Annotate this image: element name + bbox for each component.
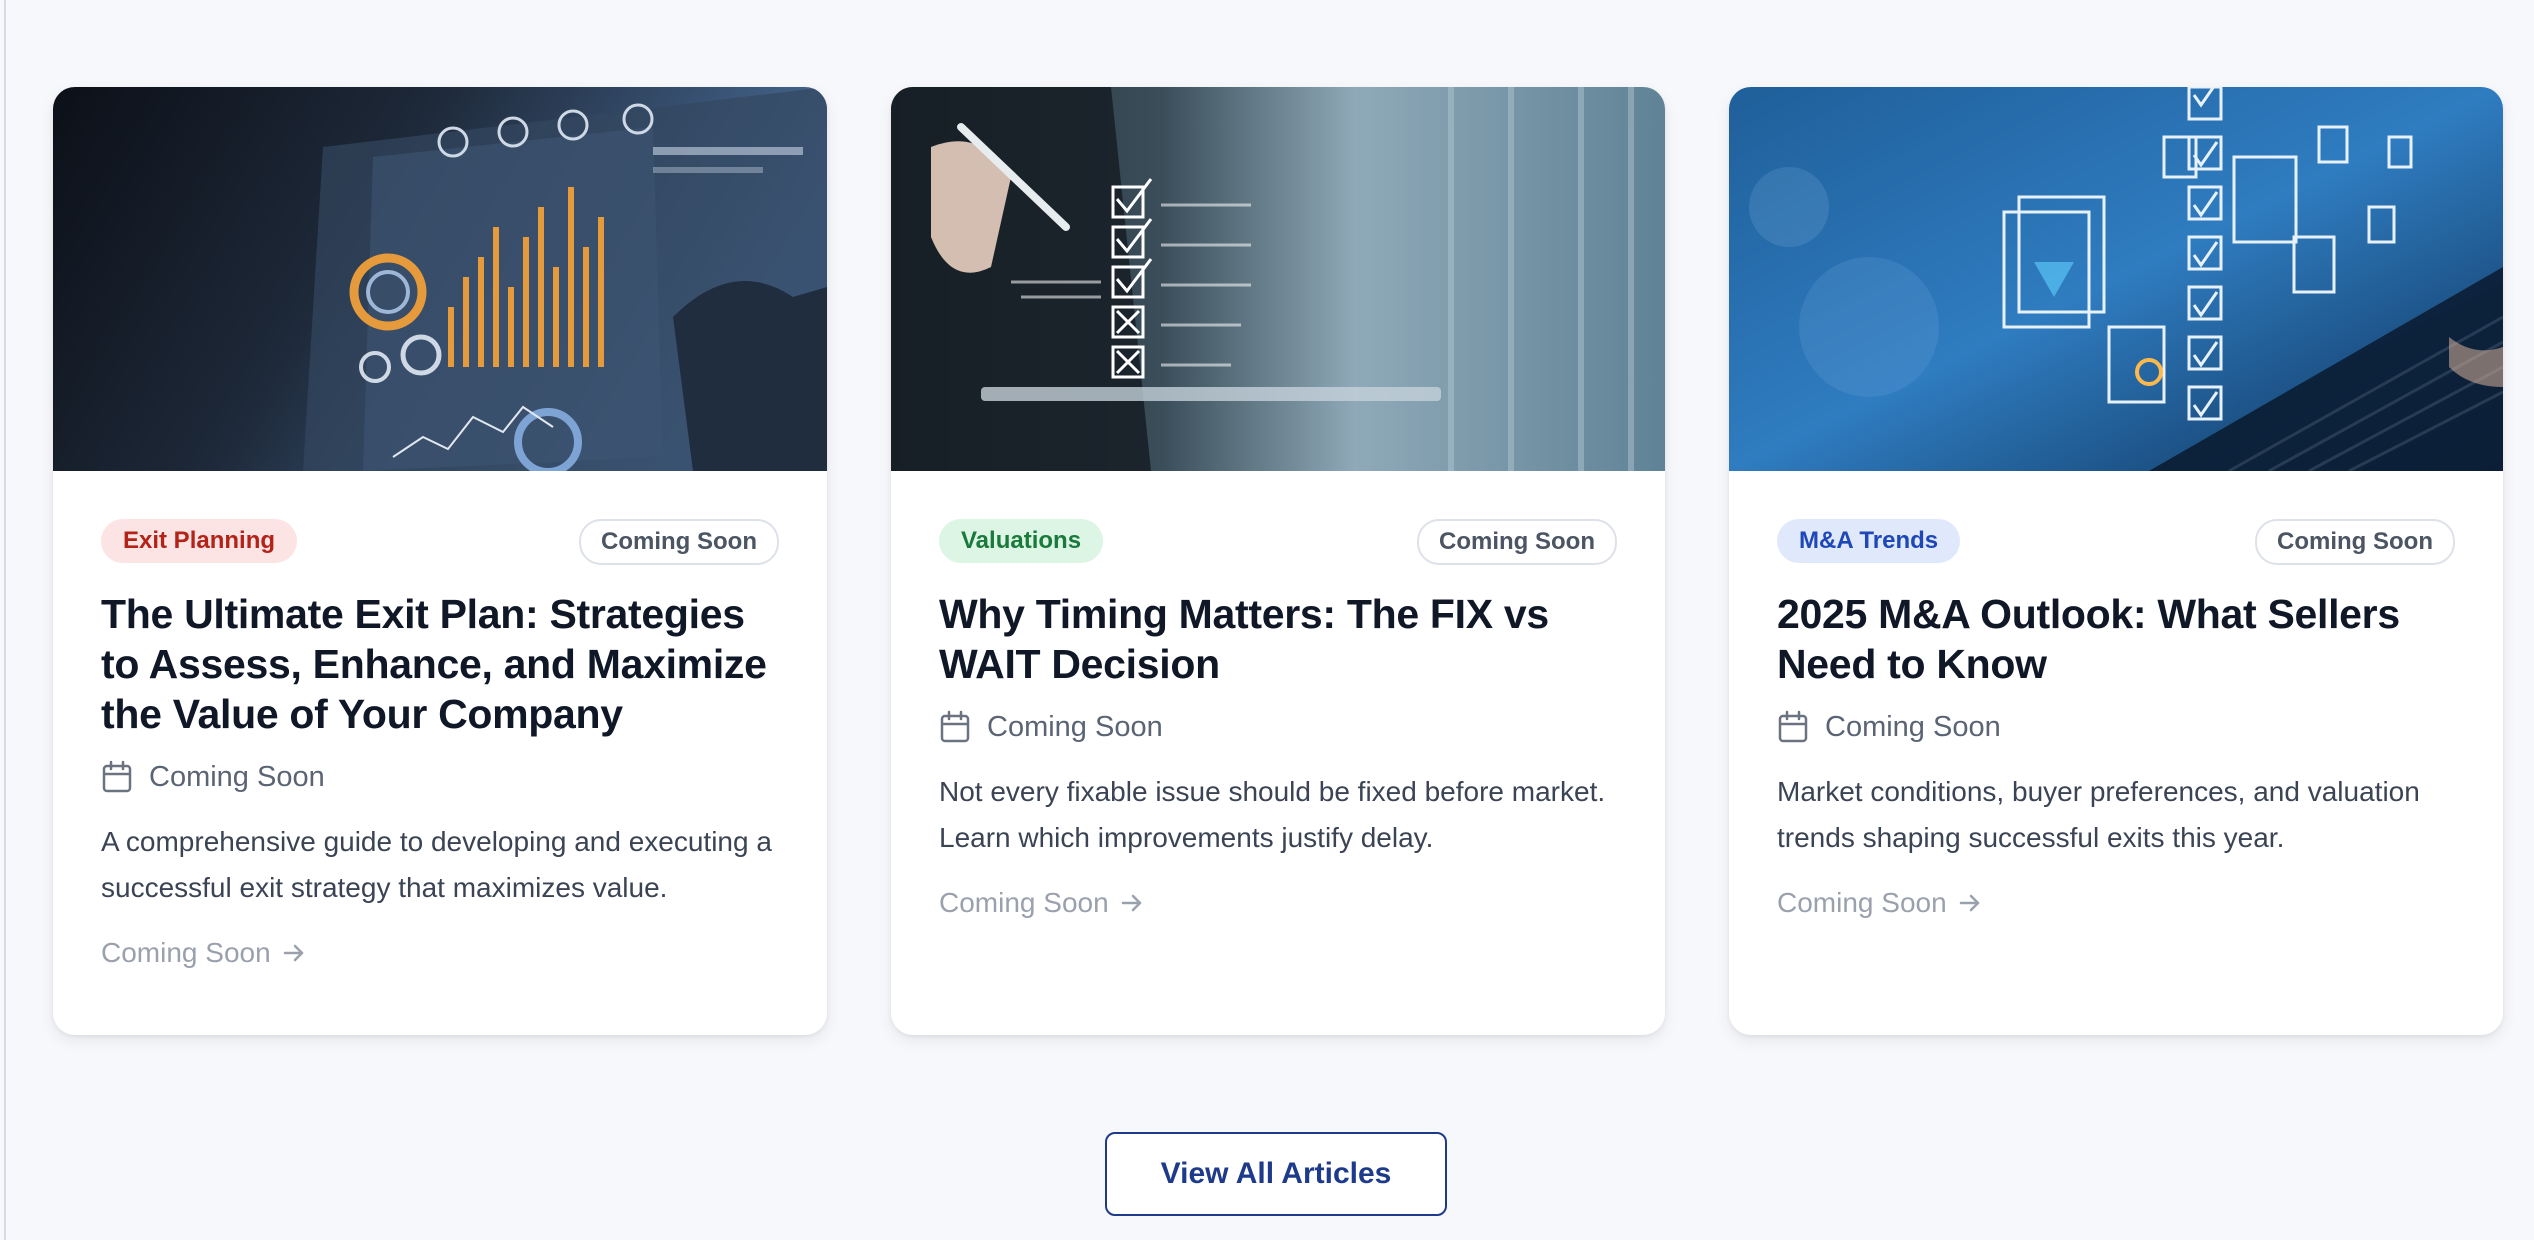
article-title[interactable]: The Ultimate Exit Plan: Strategies to As… [101,589,779,739]
article-excerpt: Not every fixable issue should be fixed … [939,776,1606,853]
article-image-financial-dashboard [53,87,827,471]
calendar-icon [102,760,132,793]
article-date-text: Coming Soon [1825,710,2001,743]
page-left-border [4,0,6,1240]
article-excerpt: Market conditions, buyer preferences, an… [1777,776,2420,853]
article-image-laptop-documents [1729,87,2503,471]
read-more-label: Coming Soon [939,887,1109,918]
article-title[interactable]: 2025 M&A Outlook: What Sellers Need to K… [1777,589,2455,689]
article-date: Coming Soon [939,707,1617,747]
view-all-articles-button[interactable]: View All Articles [1105,1132,1447,1216]
calendar-icon [940,710,970,743]
article-date-text: Coming Soon [149,760,325,793]
article-card[interactable]: Exit Planning Coming Soon The Ultimate E… [53,87,827,1035]
read-more-label: Coming Soon [1777,887,1947,918]
category-badge-exit-planning: Exit Planning [101,519,298,563]
calendar-icon [1778,710,1808,743]
article-title[interactable]: Why Timing Matters: The FIX vs WAIT Deci… [939,589,1617,689]
arrow-right-icon [283,944,303,962]
read-more-link[interactable]: Coming Soon [101,937,307,969]
article-card[interactable]: Valuations Coming Soon Why Timing Matter… [891,87,1665,1035]
status-badge: Coming Soon [579,519,779,565]
arrow-right-icon [1121,894,1141,912]
status-badge: Coming Soon [1417,519,1617,565]
read-more-label: Coming Soon [101,937,271,968]
status-badge: Coming Soon [2255,519,2455,565]
article-date: Coming Soon [101,757,779,797]
article-card[interactable]: M&A Trends Coming Soon 2025 M&A Outlook:… [1729,87,2503,1035]
article-excerpt: A comprehensive guide to developing and … [101,826,772,903]
articles-grid: Exit Planning Coming Soon The Ultimate E… [53,87,2503,1035]
category-badge-ma-trends: M&A Trends [1777,519,1961,563]
arrow-right-icon [1959,894,1979,912]
read-more-link[interactable]: Coming Soon [1777,887,1983,919]
article-date: Coming Soon [1777,707,2455,747]
category-badge-valuations: Valuations [939,519,1104,563]
article-image-checklist-tablet [891,87,1665,471]
article-date-text: Coming Soon [987,710,1163,743]
read-more-link[interactable]: Coming Soon [939,887,1145,919]
